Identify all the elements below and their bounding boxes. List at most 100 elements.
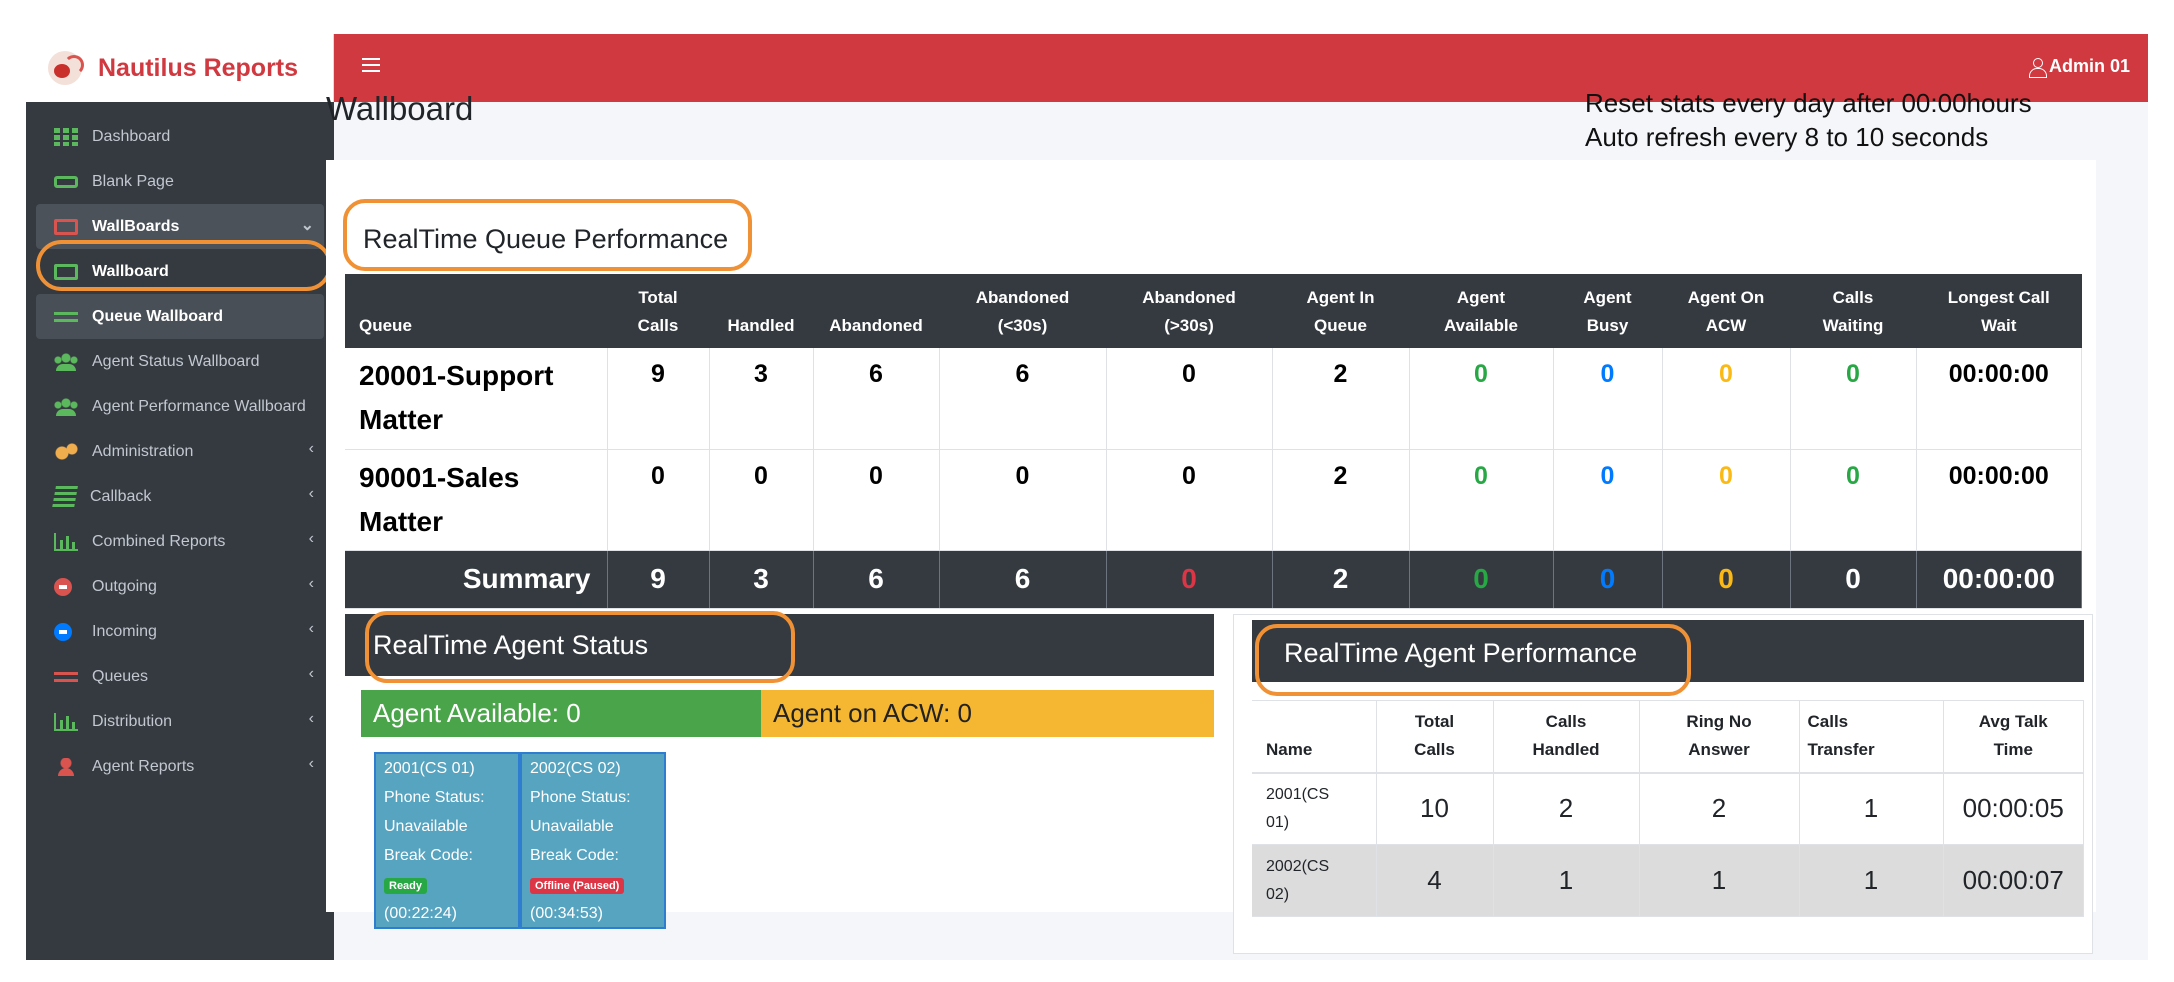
table-cell: 00:00:00: [1916, 550, 2082, 609]
table-cell: 00:00:00: [1916, 449, 2082, 551]
table-cell: 0: [1662, 449, 1791, 551]
column-header: Ring No Answer: [1639, 700, 1800, 774]
sidebar-item-wallboard[interactable]: Wallboard: [36, 249, 324, 294]
table-cell: 6: [939, 550, 1107, 609]
column-header: Total Calls: [607, 274, 709, 348]
chevron-left-icon: ‹: [308, 755, 314, 772]
column-header: Abandoned: [813, 274, 939, 348]
summary-label: Summary: [345, 550, 608, 609]
column-header: Agent On ACW: [1662, 274, 1790, 348]
incoming-icon: [54, 622, 72, 641]
chevron-left-icon: ‹: [308, 575, 314, 592]
sidebar-item-callback[interactable]: Callback ‹: [26, 474, 334, 519]
sidebar-item-incoming[interactable]: Incoming ‹: [26, 609, 334, 654]
sidebar-item-label: Administration: [92, 442, 194, 460]
table-cell: 9: [607, 348, 710, 450]
sidebar-nav: Dashboard Blank Page WallBoards ⌄ Wallbo…: [26, 102, 334, 789]
table-cell: 4: [1376, 844, 1494, 917]
sidebar: Nautilus Reports Dashboard Blank Page Wa…: [26, 34, 334, 960]
agent-acw-bar: Agent on ACW: 0: [761, 690, 1214, 737]
table-cell: 0: [1662, 550, 1791, 609]
column-header: Agent In Queue: [1272, 274, 1409, 348]
sidebar-item-label: Distribution: [92, 712, 173, 730]
sidebar-item-label: WallBoards: [92, 217, 180, 235]
sidebar-item-combined-reports[interactable]: Combined Reports ‹: [26, 519, 334, 564]
rect-icon: [54, 175, 78, 188]
sidebar-item-dashboard[interactable]: Dashboard: [26, 114, 334, 159]
refresh-note-line: Auto refresh every 8 to 10 seconds: [1585, 122, 1989, 152]
sidebar-item-wallboards[interactable]: WallBoards ⌄: [36, 204, 324, 249]
phone-status-label: Phone Status:: [384, 789, 485, 806]
agent-performance-title: RealTime Agent Performance: [1284, 638, 1638, 668]
agent-performance-table: Name Total Calls Calls Handled Ring No Answ…: [1252, 700, 2084, 917]
sidebar-item-label: Outgoing: [92, 577, 157, 595]
sidebar-item-agent-status-wallboard[interactable]: Agent Status Wallboard: [26, 339, 334, 384]
lines-icon: [54, 671, 78, 682]
queue-performance-table: Queue Total Calls Handled Abandoned Aband…: [345, 274, 2082, 609]
lines-icon: [54, 311, 78, 322]
summary-row: Summary 9 3 6 6 0 2 0 0 0 0 00:00:00: [345, 550, 2082, 609]
chevron-down-icon: ⌄: [300, 217, 314, 234]
break-code-label: Break Code:: [530, 847, 619, 864]
table-cell: 0: [1790, 348, 1917, 450]
table-cell: 2: [1272, 348, 1410, 450]
agent-id: 2001(CS 01): [384, 760, 475, 777]
table-cell: 3: [709, 348, 814, 450]
table-cell: 1: [1493, 844, 1640, 917]
grid-icon: [54, 127, 78, 146]
table-cell: 0: [813, 449, 940, 551]
column-header: Agent Busy: [1553, 274, 1662, 348]
table-row: 90001-Sales Matter 0 0 0 0 0 2 0 0 0 0 00…: [345, 449, 2082, 551]
sidebar-item-queue-wallboard[interactable]: Queue Wallboard: [36, 294, 324, 339]
users-icon: [54, 397, 78, 416]
hamburger-menu-icon[interactable]: [362, 58, 380, 72]
sidebar-item-queues[interactable]: Queues ‹: [26, 654, 334, 699]
column-header: Longest Call Wait: [1916, 274, 2082, 348]
sidebar-item-agent-performance-wallboard[interactable]: Agent Performance Wallboard: [26, 384, 334, 429]
sidebar-item-administration[interactable]: Administration ‹: [26, 429, 334, 474]
column-header: Abandoned (>30s): [1106, 274, 1272, 348]
table-header-row: Name Total Calls Calls Handled Ring No Answ…: [1252, 700, 2084, 774]
column-header: Calls Transfer: [1799, 700, 1944, 774]
book-icon: [52, 485, 78, 508]
brand[interactable]: Nautilus Reports: [26, 34, 334, 102]
agent-name: 2002(CS 02): [1252, 844, 1377, 917]
sidebar-item-label: Callback: [90, 487, 152, 505]
table-cell: 10: [1376, 772, 1494, 845]
sidebar-item-label: Wallboard: [92, 262, 169, 280]
chart-icon: [54, 712, 78, 731]
phone-status: Unavailable: [384, 818, 468, 835]
sidebar-item-label: Agent Performance Wallboard: [92, 397, 306, 415]
sidebar-item-label: Agent Reports: [92, 757, 195, 775]
table-cell: 2: [1272, 550, 1410, 609]
column-header: Total Calls: [1376, 700, 1494, 774]
queue-performance-title: RealTime Queue Performance: [363, 224, 729, 254]
monitor-icon: [54, 263, 78, 280]
sidebar-item-label: Dashboard: [92, 127, 171, 145]
column-header: Calls Waiting: [1790, 274, 1916, 348]
sidebar-item-distribution[interactable]: Distribution ‹: [26, 699, 334, 744]
user-menu[interactable]: Admin 01: [2028, 56, 2130, 78]
table-cell: 0: [1790, 550, 1917, 609]
sidebar-item-label: Queues: [92, 667, 149, 685]
column-header: Name: [1252, 700, 1377, 774]
monitor-icon: [54, 218, 78, 235]
agent-status-title: RealTime Agent Status: [373, 630, 649, 660]
sidebar-item-agent-reports[interactable]: Agent Reports ‹: [26, 744, 334, 789]
sidebar-item-outgoing[interactable]: Outgoing ‹: [26, 564, 334, 609]
sidebar-item-blank-page[interactable]: Blank Page: [26, 159, 334, 204]
sidebar-item-label: Queue Wallboard: [92, 307, 223, 325]
agent-tile[interactable]: 2002(CS 02) Phone Status: Unavailable Br…: [520, 752, 666, 929]
agent-tile[interactable]: 2001(CS 01) Phone Status: Unavailable Br…: [374, 752, 520, 929]
table-row: 2002(CS 02) 4 1 1 1 00:00:07: [1252, 844, 2084, 917]
chart-icon: [54, 532, 78, 551]
table-cell: 00:00:00: [1916, 348, 2082, 450]
table-cell: 0: [939, 449, 1107, 551]
table-cell: 00:00:05: [1943, 772, 2084, 845]
column-header: Queue: [345, 274, 607, 348]
table-cell: 00:00:07: [1943, 844, 2084, 917]
cogs-icon: [54, 442, 78, 461]
status-duration: (00:22:24): [384, 905, 457, 922]
queue-name: 20001-Support Matter: [345, 348, 608, 450]
table-cell: 6: [813, 348, 940, 450]
